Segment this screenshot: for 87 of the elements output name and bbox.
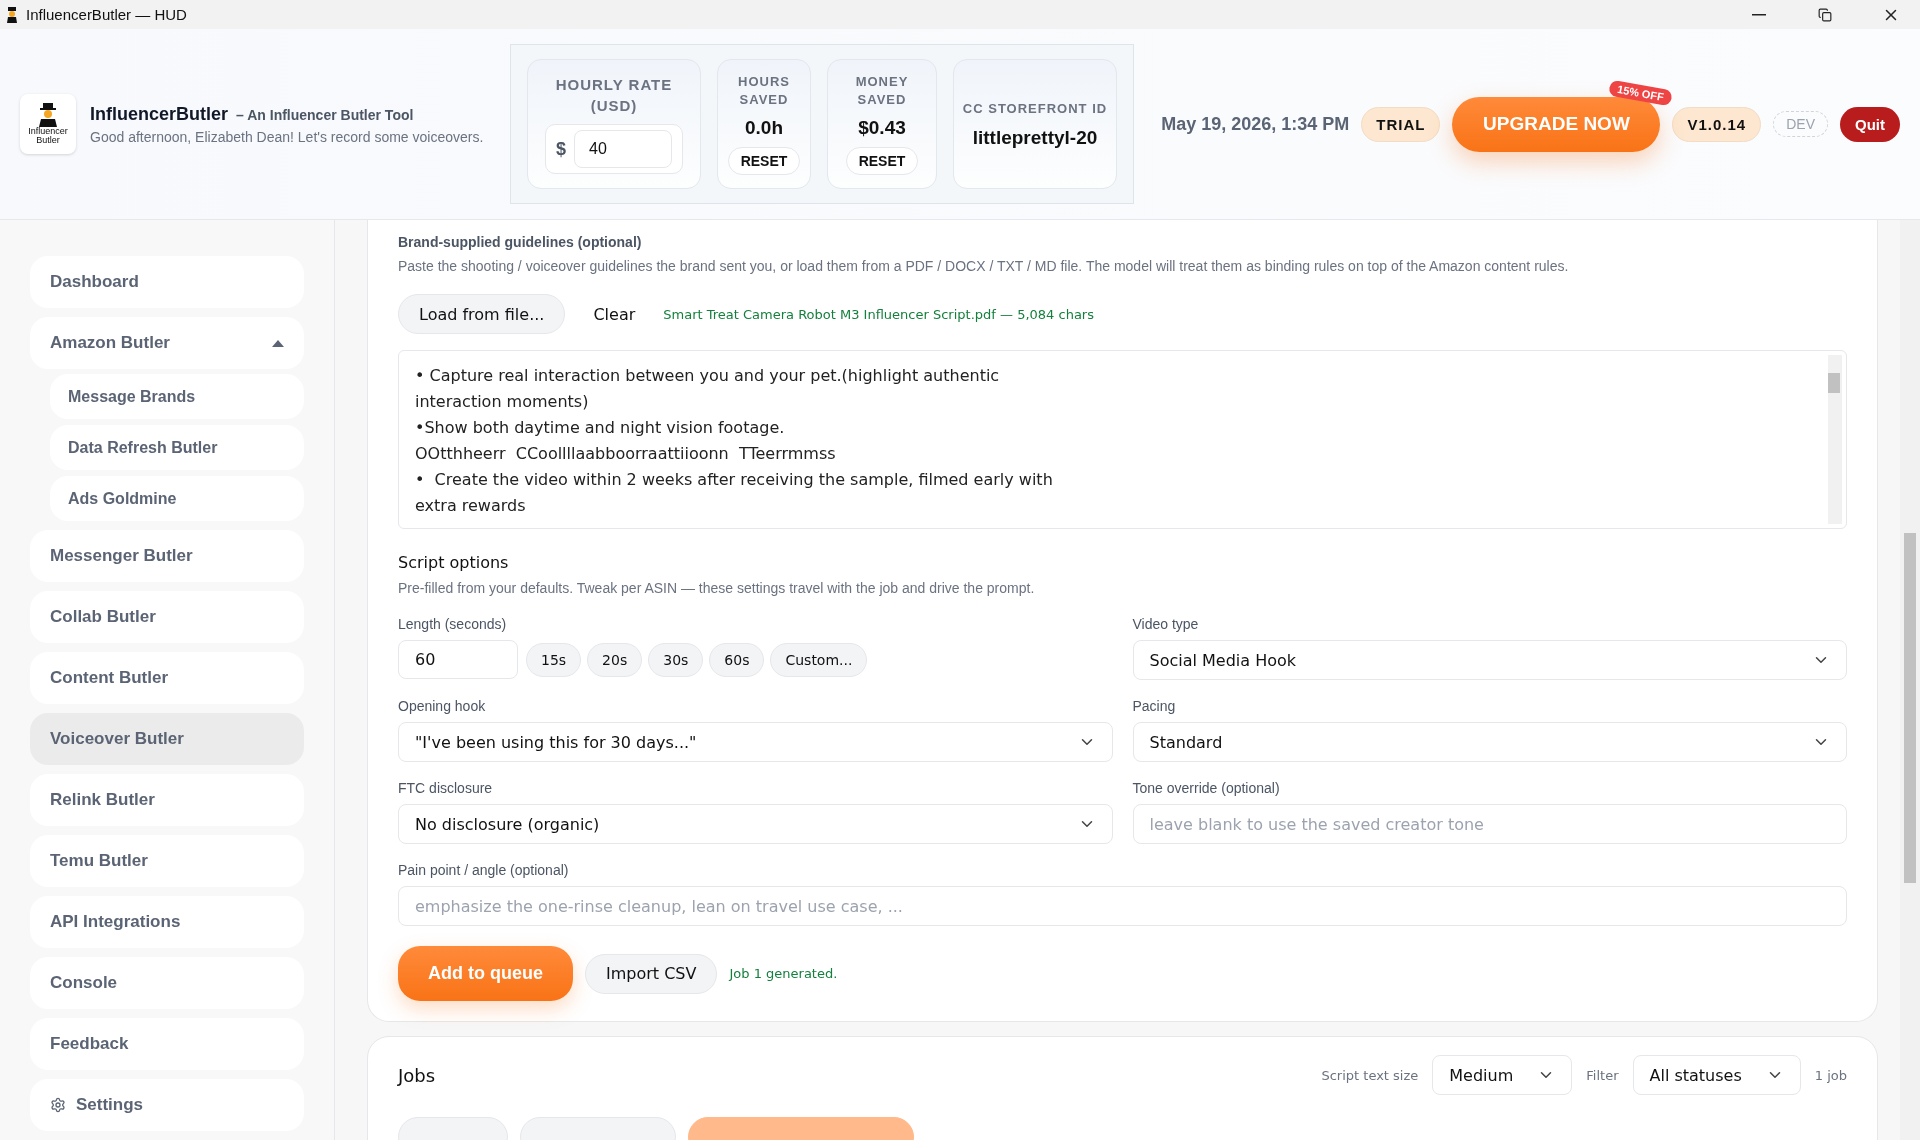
dropdown[interactable]: No disclosure (organic) [398,804,1113,844]
minimize-icon [1752,13,1766,16]
dropdown[interactable]: "I've been using this for 30 days..." [398,722,1113,762]
sidebar-item[interactable]: Voiceover Butler [30,713,304,765]
stat-value: $0.43 [858,117,906,139]
text-line: OOtthheerr CCoollllaabboorraattiioonn TTeerrmmss [415,443,837,465]
pain-point-input[interactable]: emphasize the one-rinse cleanup, lean on travel use case, ... [398,886,1847,926]
logo-text: Influencer Butler [27,127,69,145]
date-time: May 19, 2026, 1:34 PM [1161,113,1350,135]
field-label: Length (seconds) [398,616,508,632]
stat-value: 0.0h [745,117,783,139]
load-file-button[interactable]: Load from file... [398,294,566,334]
dropdown[interactable]: Standard [1132,722,1847,762]
sidebar-item[interactable]: Console [30,957,304,1009]
sidebar-subitem[interactable]: Ads Goldmine [50,476,304,521]
stat-label: CC STOREFRONT ID [962,99,1108,118]
text-line: • Capture real interaction between you and your pet.(highlight authentic [415,365,1001,387]
section-description: Pre-filled from your defaults. Tweak per ASIN — these settings travel with the job and drive the prompt. [398,580,1036,596]
sidebar-item[interactable]: Feedback [30,1018,304,1070]
field-label: Brand-supplied guidelines (optional) [398,234,643,250]
import-csv-button[interactable]: Import CSV [585,953,718,994]
greeting: Good afternoon, Elizabeth Dean! Let's record some voiceovers. [90,128,484,145]
app-name: InfluencerButler [90,103,229,125]
sidebar-subitem[interactable]: Message Brands [50,374,304,419]
sidebar-item[interactable]: Amazon Butler [30,317,304,369]
field-label: FTC disclosure [398,780,494,796]
tagline: – An Influencer Butler Tool [236,106,414,123]
sidebar-subitem[interactable]: Data Refresh Butler [50,425,304,470]
length-input[interactable]: 60 [398,640,518,679]
status-message: Job 1 generated. [729,966,838,981]
text-line: • Create the video within 2 weeks after receiving the sample, filmed early with [415,469,1054,491]
clear-button[interactable]: Clear [577,304,652,324]
field-label: Video type [1132,616,1200,632]
field-label: Filter [1586,1067,1619,1083]
dropdown[interactable]: Social Media Hook [1132,640,1847,680]
quit-button[interactable]: Quit [1840,106,1900,142]
tone-input[interactable]: leave blank to use the saved creator tone [1132,804,1847,844]
sidebar-item[interactable]: Messenger Butler [30,530,304,582]
currency-symbol: $ [556,138,566,160]
field-description: Paste the shooting / voiceover guidelines the brand sent you, or load them from a PDF / DOCX / TXT / MD file. The model will treat them as binding rules on top of the Amazon content rules. [398,258,1570,274]
rate-input[interactable]: 40 [574,130,672,168]
sidebar-item[interactable]: Relink Butler [30,774,304,826]
sidebar-item[interactable]: API Integrations [30,896,304,948]
preset-button[interactable]: 30s [648,642,704,677]
preset-button[interactable]: 20s [587,642,643,677]
reset-button[interactable]: RESET [727,147,801,175]
field-label: Pain point / angle (optional) [398,862,570,878]
scroll-thumb[interactable] [1828,373,1840,393]
preset-button[interactable]: Custom... [770,642,868,677]
restore-icon [1818,7,1832,22]
file-info: Smart Treat Camera Robot M3 Influencer Script.pdf — 5,084 chars [663,306,1094,322]
stat-value: littleprettyl-20 [972,125,1098,149]
job-count: 1 job [1814,1067,1847,1083]
reset-button[interactable]: RESET [845,147,919,175]
sidebar-item[interactable]: Dashboard [30,256,304,308]
text-line: interaction moments) [415,391,590,413]
sidebar-item[interactable]: Collab Butler [30,591,304,643]
text-line: extra rewards [415,495,527,517]
settings-icon [50,1097,66,1113]
field-label: Opening hook [398,698,487,714]
plan-badge: TRIAL [1361,106,1441,142]
sidebar-item[interactable]: Content Butler [30,652,304,704]
preset-button[interactable]: 15s [526,642,582,677]
window-title: InfluencerButler — HUD [26,6,188,23]
caret-icon [272,339,284,347]
jobs-title: Jobs [398,1064,436,1086]
field-label: Tone override (optional) [1132,780,1281,796]
text-size-dropdown[interactable]: Medium [1432,1055,1573,1095]
section-title: Script options [398,553,510,572]
scroll-thumb[interactable] [1904,533,1916,883]
text-line: •Show both daytime and night vision footage. [415,417,786,439]
butler-icon [6,6,18,23]
stat-label: HOURS SAVED [737,73,791,109]
stat-label: HOURLY RATE (USD) [554,75,674,116]
sidebar-item[interactable]: Settings [30,1079,304,1131]
filter-dropdown[interactable]: All statuses [1632,1055,1801,1095]
field-label: Script text size [1321,1067,1419,1083]
preset-button[interactable]: 60s [709,642,765,677]
field-label: Pacing [1132,698,1177,714]
guidelines-text-area[interactable] [398,350,1847,529]
scrollbar[interactable] [1828,355,1842,524]
rate-field[interactable]: $ 40 [545,124,683,174]
stat-label: MONEY SAVED [854,73,910,109]
butler-icon [37,103,59,127]
scrollbar[interactable] [1900,220,1920,1140]
version-badge: V1.0.14 [1672,106,1762,142]
sidebar-item[interactable]: Temu Butler [30,835,304,887]
